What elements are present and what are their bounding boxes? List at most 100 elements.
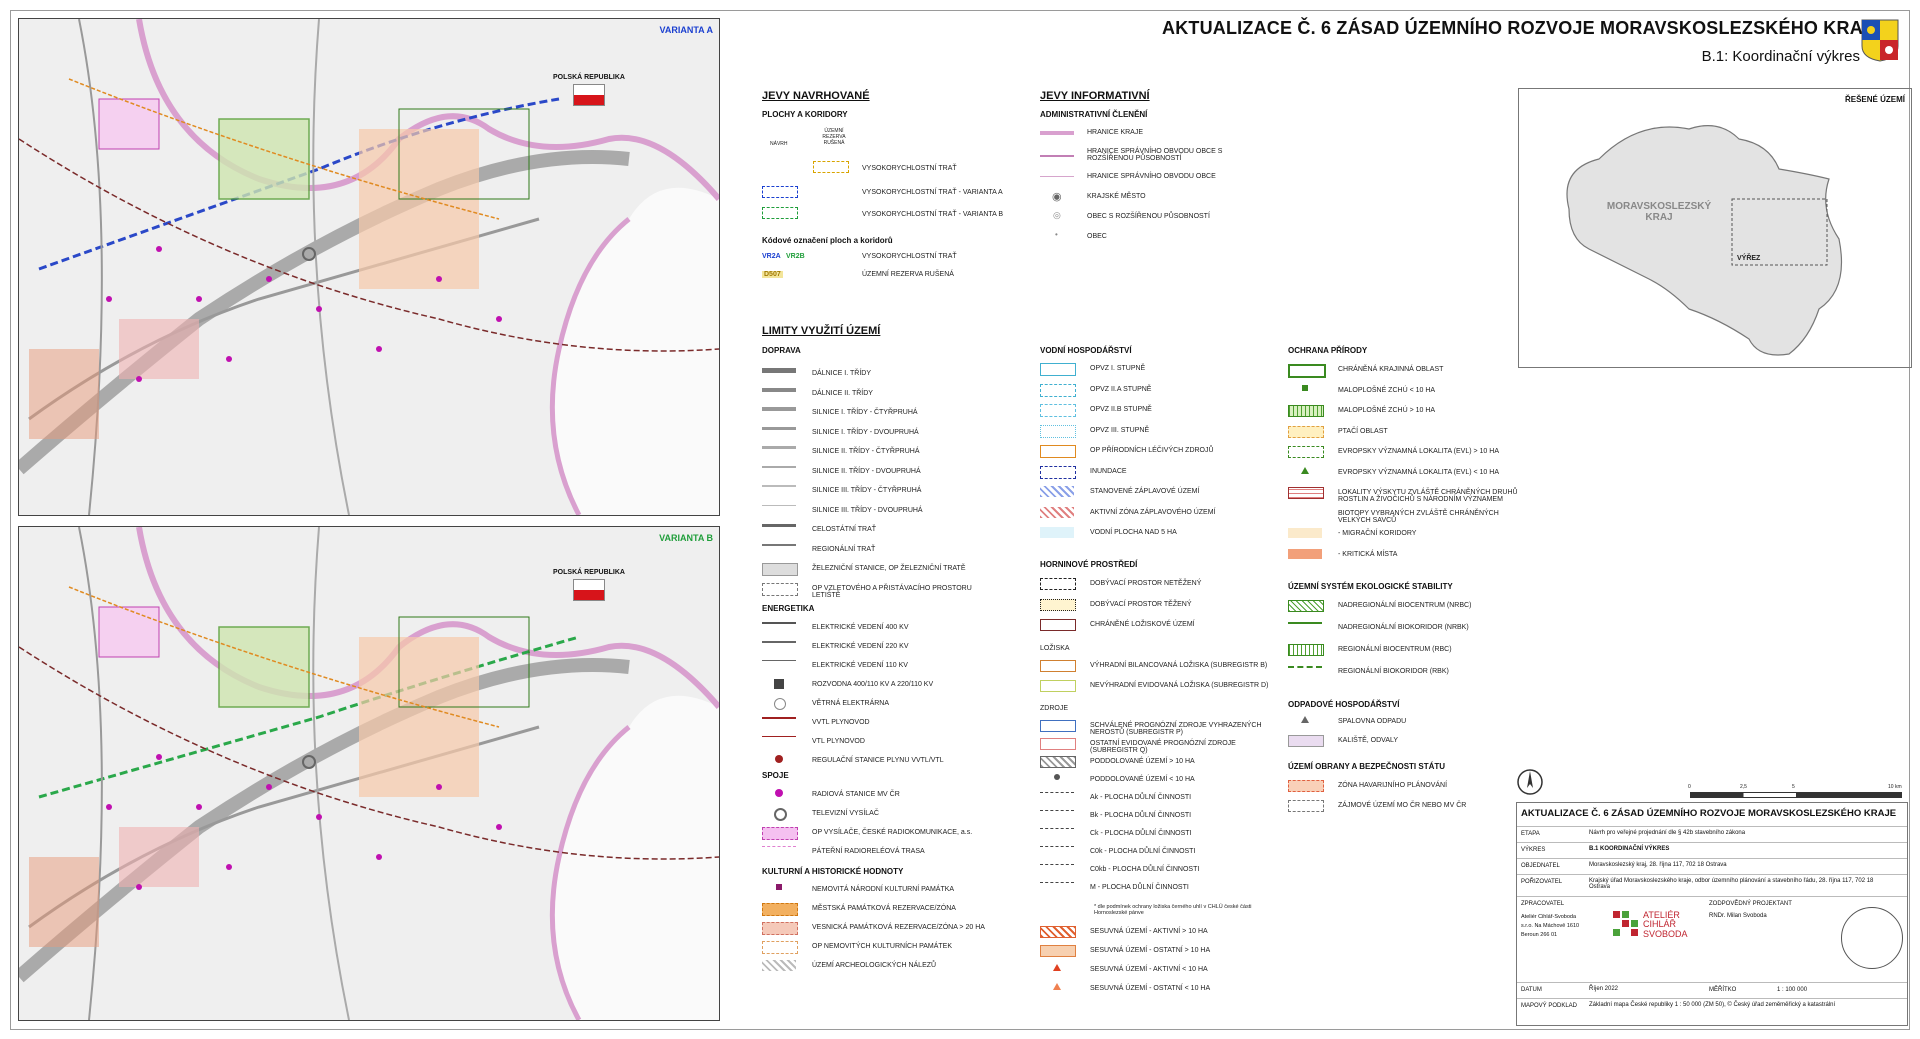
tb-meritko-key: MĚŘÍTKO [1709,987,1737,993]
priroda-9-label: - KRITICKÁ MÍSTA [1338,550,1398,558]
sesuvy-2-symbol [1053,964,1061,971]
locator-inset: ŘEŠENÉ ÚZEMÍ MORAVSKOSLEZSKÝ KRAJ VÝŘEZ [1518,88,1912,368]
kultura-0-label: NEMOVITÁ NÁRODNÍ KULTURNÍ PAMÁTKA [812,886,955,893]
kraj-city-icon: ◉ [1052,191,1062,203]
codes-title: Kódové označení ploch a koridorů [762,236,893,245]
code-d507: D507 [762,271,783,278]
zdroje-2-label: PODDOLOVANÉ ÚZEMÍ > 10 HA [1090,758,1195,765]
tb-projektant-key: ZODPOVĚDNÝ PROJEKTANT [1709,901,1792,907]
tb-projektant-val: RNDr. Milan Svoboda [1709,913,1767,919]
tb-datum-key: DATUM [1521,987,1542,993]
zdroje-0-symbol [1040,720,1076,732]
spoje-3-label: PÁTEŘNÍ RADIORELÉOVÁ TRASA [812,848,925,855]
horniny-2-label: CHRÁNĚNÉ LOŽISKOVÉ ÚZEMÍ [1090,621,1195,628]
zdroje-3-symbol [1054,774,1060,780]
page-subtitle: B.1: Koordinační výkres [1701,48,1860,65]
info-item-5: OBEC [1087,233,1107,240]
spoje-3-symbol [762,846,796,847]
energetika-3-label: ROZVODNA 400/110 KV A 220/110 KV [812,681,934,688]
kultura-title: KULTURNÍ A HISTORICKÉ HODNOTY [762,867,904,876]
voda-6-label: STANOVENÉ ZÁPLAVOVÉ ÚZEMÍ [1090,488,1200,495]
variant-a-label: VARIANTA A [659,25,714,35]
proposed-subtitle: PLOCHY A KORIDORY [762,110,848,119]
tb-row-podklad: MAPOVÝ PODKLAD Základní mapa České repub… [1517,998,1907,1025]
scale-tick-0: 0 [1688,784,1691,790]
doprava-11-label: OP VZLETOVÉHO A PŘISTÁVACÍHO PROSTORU LE… [812,584,972,599]
uses-1-symbol [1288,622,1322,624]
zdroje-9-symbol [1040,882,1074,883]
doprava-1-symbol [762,387,796,392]
voda-3-symbol [1040,424,1076,438]
doprava-4-label: SILNICE II. TŘÍDY - ČTYŘPRUHÁ [812,448,920,455]
code-d507-label: ÚZEMNÍ REZERVA RUŠENÁ [862,271,954,278]
tb-podklad-key: MAPOVÝ PODKLAD [1521,1003,1578,1009]
doprava-10-label: ŽELEZNIČNÍ STANICE, OP ŽELEZNIČNÍ TRATĚ [812,565,966,572]
kultura-0-symbol [776,884,782,890]
tb-zpracovatel-key: ZPRACOVATEL [1521,901,1565,907]
doprava-title: DOPRAVA [762,346,801,355]
col-rezerva: ÚZEMNÍ REZERVA RUŠENÁ [822,128,846,146]
priroda-5-symbol [1301,466,1309,474]
priroda-6-symbol [1288,487,1324,499]
energetika-title: ENERGETIKA [762,604,815,613]
doprava-0-label: DÁLNICE I. TŘÍDY [812,370,871,377]
loziska-0-label: VÝHRADNÍ BILANCOVANÁ LOŽISKA (SUBREGISTR… [1090,662,1268,669]
sesuvy-2-label: SESUVNÁ ÚZEMÍ - AKTIVNÍ < 10 HA [1090,966,1208,973]
tb-val-0: Návrh pro veřejné projednání dle § 42b s… [1589,830,1746,836]
doprava-11-symbol [762,582,798,596]
priroda-2-symbol [1288,405,1324,417]
loziska-0-symbol [1040,660,1076,672]
voda-0-label: OPVZ I. STUPNĚ [1090,365,1146,372]
energetika-1-symbol [762,641,796,643]
spoje-1-label: TELEVIZNÍ VYSÍLAČ [812,810,879,817]
tb-row-team: ZPRACOVATEL Ateliér Cihlář-Svoboda s.r.o… [1517,896,1907,983]
odpad-0-symbol [1301,716,1309,723]
uses-2-symbol [1288,644,1324,656]
uses-0-symbol [1288,600,1324,612]
energetika-0-symbol [762,622,796,624]
hsr-var-a-symbol [762,186,798,198]
voda-5-symbol [1040,465,1076,479]
voda-2-label: OPVZ II.B STUPNĚ [1090,406,1152,413]
info-title: JEVY INFORMATIVNÍ [1040,90,1150,102]
priroda-3-symbol [1288,425,1324,438]
zdroje-6-label: Ck - PLOCHA DŮLNÍ ČINNOSTI [1090,830,1192,837]
proposed-item-0: VYSOKORYCHLOSTNÍ TRAŤ [862,165,957,172]
tb-podklad-val: Základní mapa České republiky 1 : 50 000… [1589,1002,1836,1008]
info-item-3: KRAJSKÉ MĚSTO [1087,193,1146,200]
tb-val-1: B.1 KOORDINAČNÍ VÝKRES [1589,846,1670,852]
priroda-0-symbol [1288,364,1326,378]
atelier-logo-icon [1613,911,1638,936]
uses-title: ÚZEMNÍ SYSTÉM EKOLOGICKÉ STABILITY [1288,582,1453,591]
tb-key-2: OBJEDNATEL [1521,863,1560,869]
loziska-1-label: NEVÝHRADNÍ EVIDOVANÁ LOŽISKA (SUBREGISTR… [1090,682,1269,689]
tb-row-2: OBJEDNATEL Moravskoslezský kraj, 28. říjn… [1517,858,1907,875]
obec-border-symbol [1040,176,1074,177]
zdroje-8-label: C0kb - PLOCHA DŮLNÍ ČINNOSTI [1090,866,1200,873]
obrana-1-label: ZÁJMOVÉ ÚZEMÍ MO ČR NEBO MV ČR [1338,802,1467,809]
spoje-0-label: RADIOVÁ STANICE MV ČR [812,791,900,798]
limits-title: LIMITY VYUŽITÍ ÚZEMÍ [762,325,881,337]
zdroje-5-label: Bk - PLOCHA DŮLNÍ ČINNOSTI [1090,812,1192,819]
uses-2-label: REGIONÁLNÍ BIOCENTRUM (RBC) [1338,646,1452,653]
proposed-item-1: VYSOKORYCHLOSTNÍ TRAŤ - VARIANTA A [862,189,1003,196]
map-variant-a[interactable]: VARIANTA A POLSKÁ REPUBLIKA [18,18,720,516]
kultura-3-label: OP NEMOVITÝCH KULTURNÍCH PAMÁTEK [812,943,953,950]
doprava-7-symbol [762,504,796,506]
region-crest-icon [1861,19,1899,62]
zdroje-1-label: OSTATNÍ EVIDOVANÉ PROGNÓZNÍ ZDROJE (SUBR… [1090,740,1236,754]
signature-stamp-circle [1841,907,1903,969]
col-navrh: NÁVRH [770,141,788,147]
inset-region-label: MORAVSKOSLEZSKÝ KRAJ [1606,201,1712,223]
priroda-3-label: PTAČÍ OBLAST [1338,427,1388,435]
voda-7-symbol [1040,506,1074,518]
map-variant-b[interactable]: VARIANTA B POLSKÁ REPUBLIKA [18,526,720,1021]
spoje-1-symbol [774,808,787,821]
zdroje-4-symbol [1040,792,1074,793]
doprava-8-label: CELOSTÁTNÍ TRAŤ [812,526,877,533]
obrana-1-symbol [1288,800,1324,812]
voda-3-label: OPVZ III. STUPNĚ [1090,426,1150,434]
zdroje-9-label: M - PLOCHA DŮLNÍ ČINNOSTI [1090,884,1189,891]
energetika-6-label: VTL PLYNOVOD [812,738,865,745]
title-block: AKTUALIZACE Č. 6 ZÁSAD ÚZEMNÍHO ROZVOJE … [1516,802,1908,1026]
